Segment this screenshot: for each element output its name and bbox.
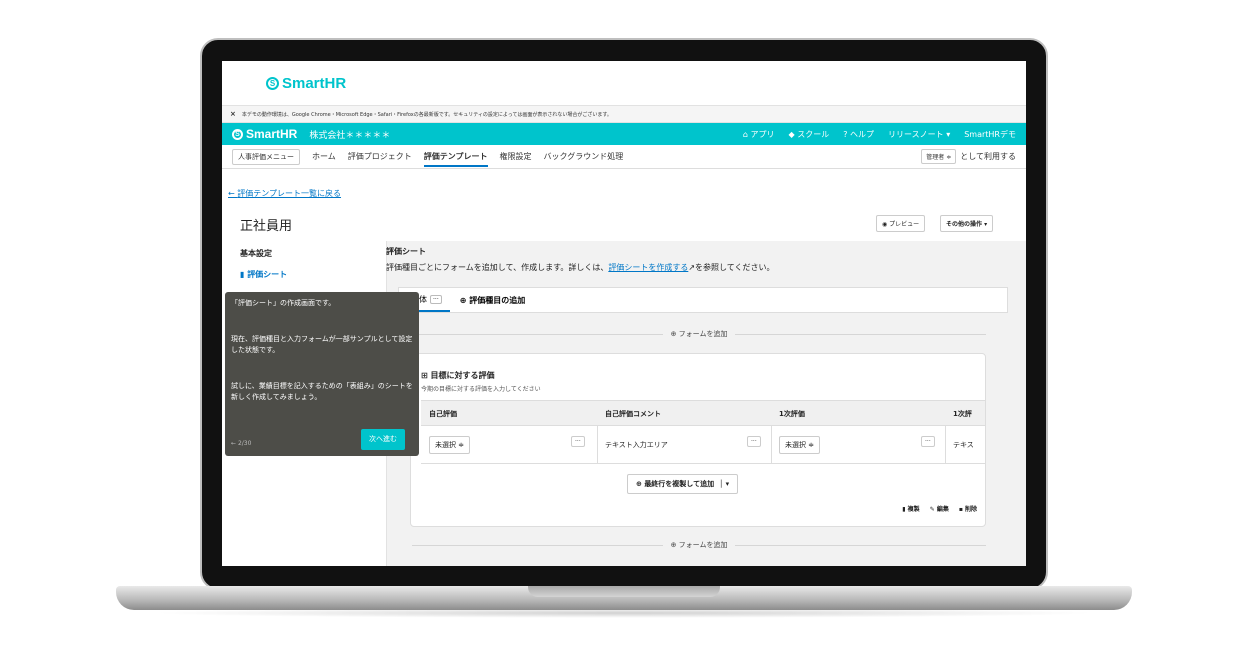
self-eval-select[interactable]: 未選択 ≑ [429, 436, 471, 454]
add-form-button[interactable]: ⊕ フォームを追加 [663, 329, 736, 339]
table-row: 未選択 ≑ ··· テキスト入力エリア ··· 未選択 ≑ ··· テキス [421, 426, 985, 464]
tab-category[interactable]: 体 ··· [419, 288, 450, 312]
more-icon[interactable]: ··· [921, 436, 935, 447]
tooltip-text: 現在、評価種目と入力フォームが一部サンプルとして設定した状態です。 [231, 335, 413, 354]
page-content: ← 評価テンプレート一覧に戻る 正社員用 ◉ プレビュー その他の操作 ▾ 基本… [222, 61, 1026, 566]
preview-button[interactable]: ◉ プレビュー [876, 215, 926, 232]
delete-button[interactable]: ▪ 削除 [959, 504, 977, 513]
column-header: 1次評 [953, 410, 972, 418]
tooltip-text: 試しに、業績目標を記入するための「表組み」のシートを新しく作成してみましょう。 [231, 382, 413, 401]
first-eval-select[interactable]: 未選択 ≑ [779, 436, 821, 454]
more-icon[interactable]: ··· [571, 436, 585, 447]
add-form-divider: ⊕ フォームを追加 [412, 329, 987, 339]
card-actions: ▮ 複製 ✎ 編集 ▪ 削除 [902, 504, 977, 513]
laptop-notch [528, 586, 720, 597]
tooltip-step: ← 2/30 [231, 440, 252, 447]
add-form-button[interactable]: ⊕ フォームを追加 [663, 540, 736, 550]
page-title: 正社員用 [240, 219, 293, 234]
edit-button[interactable]: ✎ 編集 [930, 504, 949, 513]
column-header: 1次評価 [779, 410, 805, 418]
duplicate-last-row-button[interactable]: ⊕ 最終行を複製して追加 │ ▾ [627, 474, 739, 494]
category-tabs: 体 ··· ⊕ 評価種目の追加 [398, 287, 1008, 313]
column-header: 自己評価コメント [605, 410, 661, 418]
table-header: 自己評価 自己評価コメント 1次評価 1次評 [421, 400, 985, 426]
add-category-button[interactable]: ⊕ 評価種目の追加 [460, 295, 526, 306]
form-card: ⊞ 目標に対する評価 今期の目標に対する評価を入力してください 自己評価 自己評… [410, 353, 986, 527]
more-icon[interactable]: ··· [430, 294, 442, 304]
sheet-description: 評価種目ごとにフォームを追加して、作成します。詳しくは、評価シートを作成する↗を… [386, 263, 775, 272]
next-button[interactable]: 次へ進む [361, 429, 405, 450]
tutorial-tooltip: 「評価シート」の作成画面です。 現在、評価種目と入力フォームが一部サンプルとして… [225, 292, 419, 456]
back-link[interactable]: ← 評価テンプレート一覧に戻る [228, 188, 341, 199]
comment-textarea[interactable]: テキスト入力エリア [605, 440, 668, 450]
column-header: 自己評価 [429, 410, 457, 418]
sidebar-section-basic[interactable]: 基本設定 [240, 248, 272, 259]
form-subtitle: 今期の目標に対する評価を入力してください [421, 386, 541, 393]
first-eval-comment[interactable]: テキス [953, 440, 974, 450]
more-icon[interactable]: ··· [747, 436, 761, 447]
add-form-divider: ⊕ フォームを追加 [412, 540, 987, 550]
sheet-heading: 評価シート [386, 247, 426, 256]
help-doc-link[interactable]: 評価シートを作成する [608, 263, 688, 272]
form-title: ⊞ 目標に対する評価 [421, 371, 495, 380]
sidebar-item-sheet[interactable]: ▮ 評価シート [240, 269, 287, 280]
duplicate-button[interactable]: ▮ 複製 [902, 504, 919, 513]
other-ops-button[interactable]: その他の操作 ▾ [940, 215, 994, 232]
page: S SmartHR × 本デモの動作環境は、Google Chrome・Micr… [0, 0, 1248, 654]
tooltip-text: 「評価シート」の作成画面です。 [231, 299, 336, 307]
